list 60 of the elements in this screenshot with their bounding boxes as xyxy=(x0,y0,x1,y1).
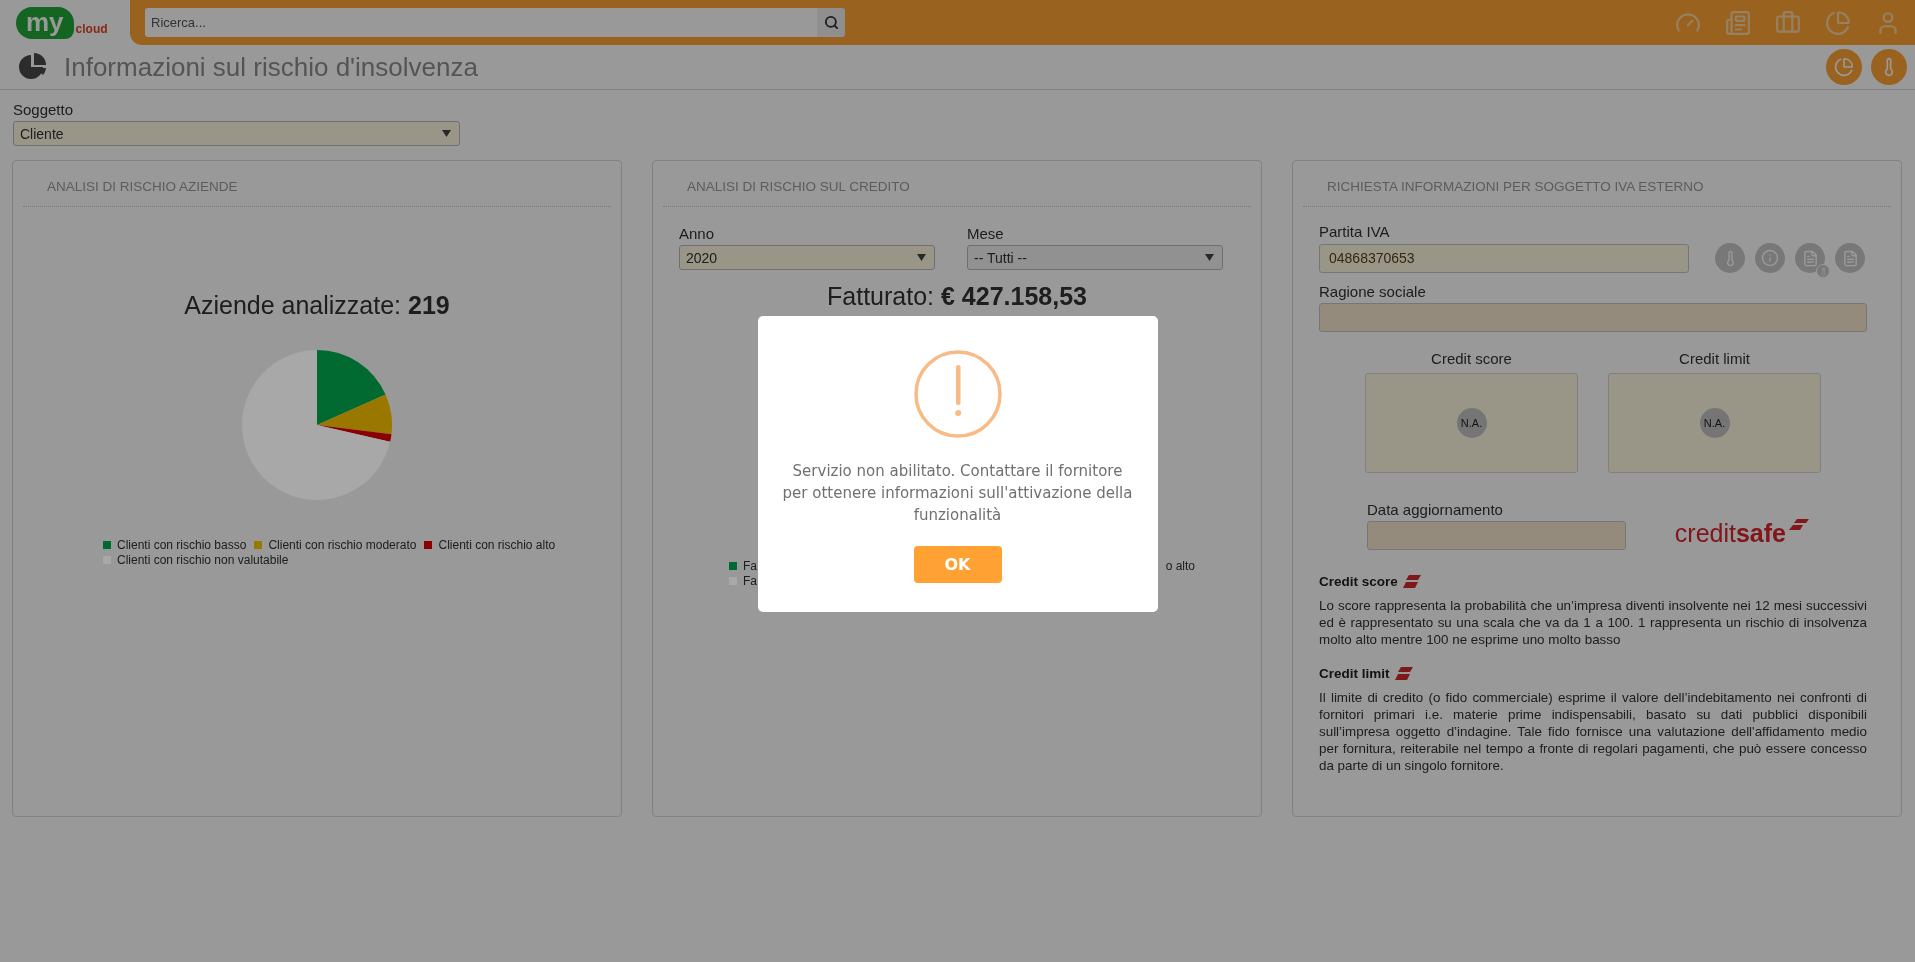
field-label: Partita IVA xyxy=(1319,223,1391,240)
legend-item: Clienti con rischio basso xyxy=(103,538,247,552)
note-heading: Credit score xyxy=(1319,574,1398,589)
pdf-button[interactable] xyxy=(1795,243,1825,273)
caret-icon xyxy=(442,130,451,137)
thermometer-badge xyxy=(1816,264,1830,278)
search-button[interactable] xyxy=(817,8,845,37)
field-label: Anno xyxy=(679,225,716,242)
subject-select[interactable]: Cliente xyxy=(13,121,460,146)
logo-mark: my xyxy=(16,6,74,39)
field-label: Mese xyxy=(967,225,1005,242)
document-icon xyxy=(1841,249,1859,267)
chart-headline: Fatturato: € 427.158,53 xyxy=(826,282,1088,311)
info-icon xyxy=(1761,249,1779,267)
chart-headline: Aziende analizzate: 219 xyxy=(183,291,451,320)
list-icon[interactable] xyxy=(1725,9,1751,36)
legend-item: Clienti con rischio non valutabile xyxy=(103,553,289,567)
score-label: Credit score xyxy=(1431,350,1512,367)
thermometer-button[interactable] xyxy=(1715,243,1745,273)
score-label: Credit limit xyxy=(1679,350,1750,367)
document-icon xyxy=(1801,249,1819,267)
stripes-icon xyxy=(1402,575,1421,588)
score-value: N.A. xyxy=(1456,408,1487,438)
pie-chart-icon xyxy=(1834,57,1854,77)
field-label: Ragione sociale xyxy=(1319,283,1427,300)
field-label: Soggetto xyxy=(13,101,75,118)
search-icon xyxy=(823,15,839,30)
panel-title: ANALISI DI RISCHIO SUL CREDITO xyxy=(663,161,1251,207)
pie-chart-icon[interactable] xyxy=(1825,9,1851,36)
legend-item: Clienti con rischio alto xyxy=(424,538,556,552)
pdf-button[interactable] xyxy=(1835,243,1865,273)
note-text: Il limite di credito (o fido commerciale) esprime il valore dell’indebitamento nei confronti di fornitori primari i.e. materie prime indispensabili, basato su dati pubblici disponibili sull’impresa oggetto d’indagine. Tale fido fornisce una valutazione dell'affidamento medio per fornitura, reiterabile nel tempo a fronte di regolari pagamenti, che può essere concesso da parte di un singolo fornitore. xyxy=(1319,689,1867,774)
info-button[interactable] xyxy=(1755,243,1785,273)
panel-title: ANALISI DI RISCHIO AZIENDE xyxy=(23,161,611,207)
legend-item: Clienti con rischio moderato xyxy=(254,538,417,552)
stripes-icon xyxy=(1787,519,1809,531)
year-select[interactable]: 2020 xyxy=(679,245,935,270)
pie-chart-button[interactable] xyxy=(1826,49,1862,85)
search-field[interactable]: Ricerca... xyxy=(145,8,817,37)
dialog-message: Servizio non abilitato. Contattare il fornitore per ottenere informazioni sull'attivazione della funzionalità xyxy=(781,461,1134,526)
month-select[interactable]: -- Tutti -- xyxy=(967,245,1223,270)
pie-chart-icon xyxy=(18,52,48,82)
thermometer-button[interactable] xyxy=(1871,49,1907,85)
warning-icon xyxy=(913,350,1002,438)
note-text: Lo score rappresenta la probabilità che un’impresa diventi insolvente nei 12 mesi successivi ed è rappresentato su una scala che va da 1 a 100. 1 rappresenta un rischio di insolvenza molto alto mentre 100 ne esprime uno molto basso xyxy=(1319,597,1867,648)
update-date-field[interactable] xyxy=(1367,521,1626,550)
legend-item: o alto xyxy=(1165,559,1195,573)
caret-icon xyxy=(1205,254,1214,261)
logo-text: cloud xyxy=(75,21,108,36)
page-title: Informazioni sul rischio d'insolvenza xyxy=(64,51,478,83)
note-heading: Credit limit xyxy=(1319,666,1390,681)
briefcase-icon[interactable] xyxy=(1775,9,1801,36)
panel-title: RICHIESTA INFORMAZIONI PER SOGGETTO IVA ESTERNO xyxy=(1303,161,1891,207)
caret-icon xyxy=(917,254,926,261)
provider-logo: creditsafe xyxy=(1674,519,1786,548)
vat-field[interactable]: 04868370653 xyxy=(1319,243,1689,273)
stripes-icon xyxy=(1394,667,1413,680)
company-name-field[interactable] xyxy=(1319,303,1867,332)
field-label: Data aggiornamento xyxy=(1367,501,1504,518)
score-value: N.A. xyxy=(1699,408,1730,438)
